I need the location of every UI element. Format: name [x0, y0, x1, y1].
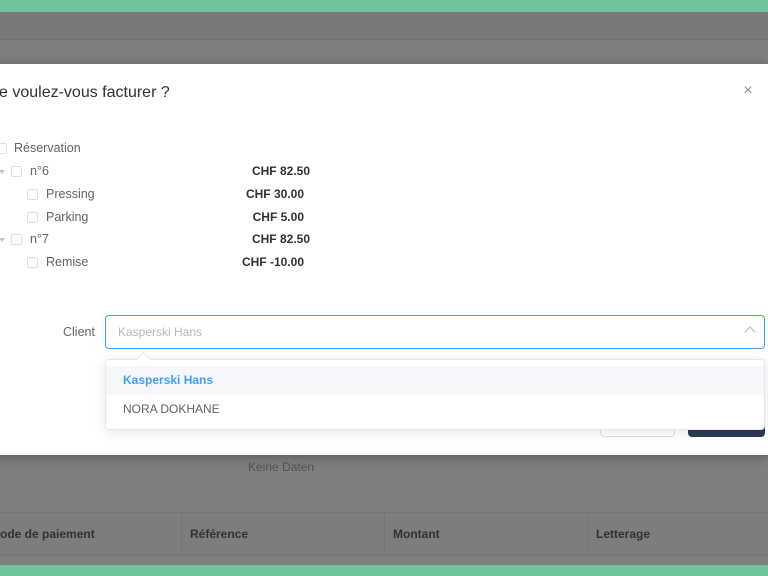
tree-label-reservation: Réservation: [14, 141, 81, 155]
client-label: Client: [63, 325, 95, 339]
tree-node-pressing[interactable]: Pressing: [0, 186, 190, 204]
checkbox-remise[interactable]: [27, 257, 38, 268]
price-parking: CHF 5.00: [252, 210, 304, 224]
tree-label-parking: Parking: [46, 210, 89, 224]
dialog-title: e voulez-vous facturer ?: [0, 84, 170, 101]
price-remise: CHF -10.00: [241, 255, 304, 269]
tree-label-pressing: Pressing: [46, 187, 95, 201]
price-pressing: CHF 30.00: [245, 187, 304, 201]
price-room-6: CHF 82.50: [251, 164, 310, 178]
price-room-7: CHF 82.50: [251, 232, 310, 246]
caret-down-icon[interactable]: [0, 238, 5, 242]
checkbox-room-6[interactable]: [11, 166, 22, 177]
client-select[interactable]: Kasperski Hans: [105, 315, 765, 349]
tree-node-remise[interactable]: Remise: [0, 254, 190, 272]
tree-node-parking[interactable]: Parking: [0, 209, 190, 227]
tree-label-remise: Remise: [46, 255, 89, 269]
tree-label-room-7: n°7: [30, 232, 49, 246]
client-option-nora-dokhane[interactable]: NORA DOKHANE: [106, 395, 764, 424]
client-option-kasperski-hans[interactable]: Kasperski Hans: [106, 366, 764, 395]
checkbox-parking[interactable]: [27, 212, 38, 223]
checkbox-reservation[interactable]: [0, 143, 7, 154]
tree-node-reservation[interactable]: Réservation: [0, 140, 190, 158]
checkbox-pressing[interactable]: [27, 189, 38, 200]
chevron-up-icon[interactable]: [744, 326, 756, 338]
close-icon[interactable]: ×: [741, 83, 755, 99]
tree-label-room-6: n°6: [30, 164, 49, 178]
checkbox-room-7[interactable]: [11, 234, 22, 245]
caret-down-icon[interactable]: [0, 170, 5, 174]
client-select-placeholder[interactable]: Kasperski Hans: [118, 325, 202, 339]
client-dropdown: Kasperski Hans NORA DOKHANE: [105, 351, 765, 430]
